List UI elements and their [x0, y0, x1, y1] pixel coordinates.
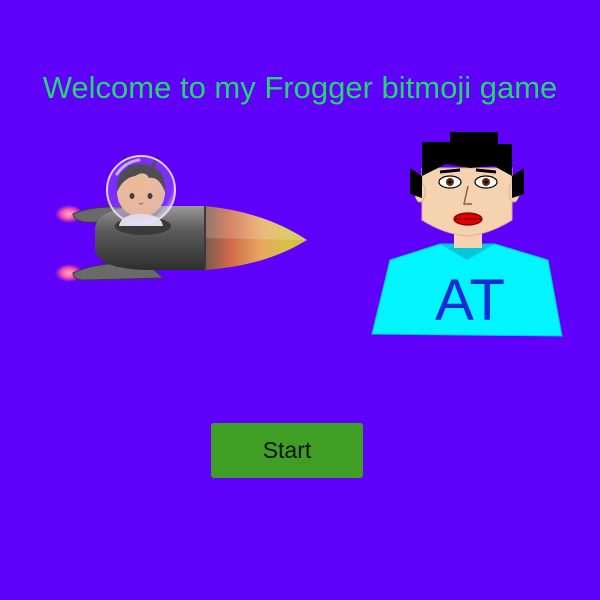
player-initials: AT	[435, 268, 505, 333]
page-title: Welcome to my Frogger bitmoji game	[42, 70, 558, 105]
bitmoji-player-icon: AT	[371, 132, 563, 337]
astronaut-rocket-icon	[55, 155, 307, 282]
start-button[interactable]: Start	[211, 423, 363, 478]
game-screen: Welcome to my Frogger bitmoji game AT St…	[0, 0, 600, 600]
